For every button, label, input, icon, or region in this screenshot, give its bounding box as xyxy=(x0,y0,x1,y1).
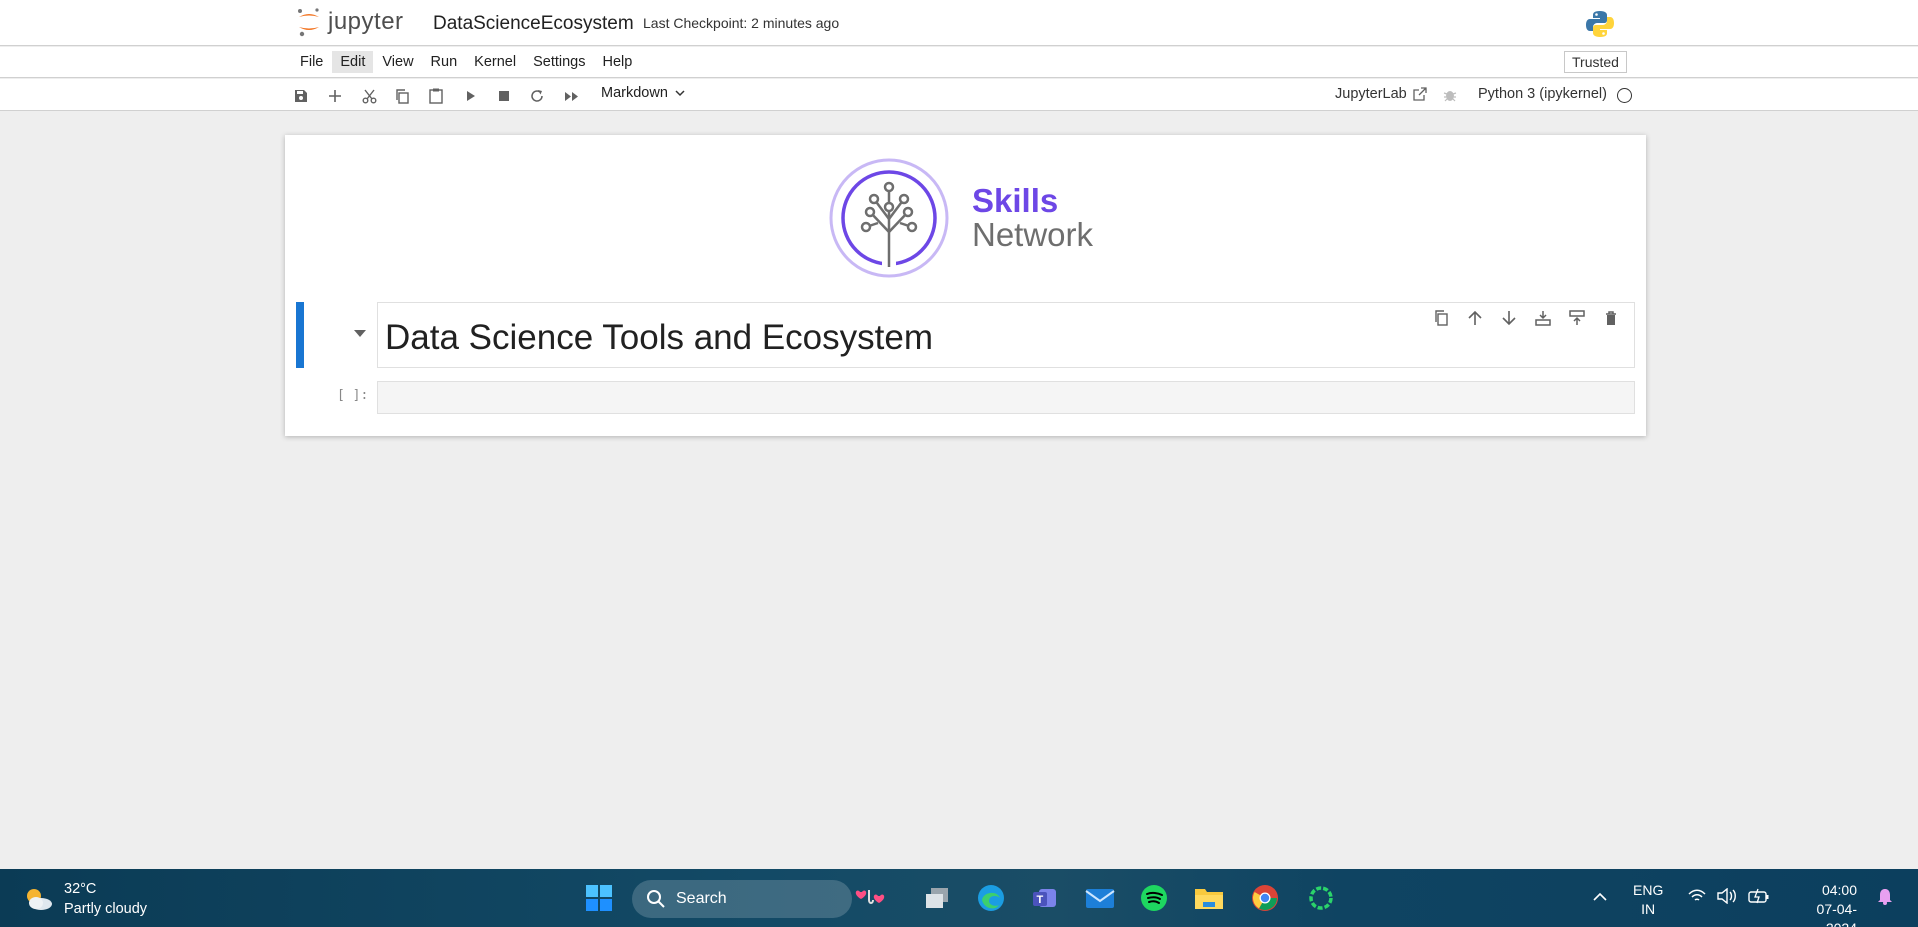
delete-cell-icon[interactable] xyxy=(1594,307,1628,329)
skills-network-logo: Skills Network xyxy=(828,157,1093,279)
menu-file[interactable]: File xyxy=(292,51,331,73)
show-hidden-icons-chevron-icon[interactable] xyxy=(1593,889,1607,907)
cut-icon[interactable] xyxy=(360,87,378,105)
menu-settings[interactable]: Settings xyxy=(525,51,593,73)
move-up-icon[interactable] xyxy=(1458,307,1492,329)
battery-icon[interactable] xyxy=(1748,888,1770,909)
menu-edit[interactable]: Edit xyxy=(332,51,374,73)
restart-icon[interactable] xyxy=(528,87,546,105)
menu-run[interactable]: Run xyxy=(423,51,466,73)
menu-list: File Edit View Run Kernel Settings Help xyxy=(292,51,641,73)
trusted-indicator[interactable]: Trusted xyxy=(1564,51,1627,73)
health-app-icon[interactable] xyxy=(854,882,886,914)
clock-time: 04:00 xyxy=(1821,882,1857,898)
windows-start-icon[interactable] xyxy=(583,882,615,914)
insert-below-icon[interactable] xyxy=(1526,307,1560,329)
fast-forward-icon[interactable] xyxy=(562,87,580,105)
edge-browser-icon[interactable] xyxy=(975,882,1007,914)
copy-icon[interactable] xyxy=(393,87,411,105)
logo-network-text: Network xyxy=(972,216,1094,253)
skills-network-tree-icon xyxy=(829,158,949,278)
temperature: 32°C xyxy=(64,881,97,897)
notebook-toolbar: Markdown JupyterLab Python 3 (ipykernel) xyxy=(0,79,1918,111)
weather-condition: Partly cloudy xyxy=(64,901,148,917)
python-logo-icon xyxy=(1585,9,1615,44)
notebook-panel: Skills Network Data Science Tools and Ec… xyxy=(285,135,1646,436)
skills-network-wordmark: Skills Network xyxy=(972,184,1093,252)
language-line2: IN xyxy=(1641,901,1656,917)
kernel-name[interactable]: Python 3 (ipykernel) xyxy=(1478,86,1607,102)
add-cell-icon[interactable] xyxy=(326,87,344,105)
search-icon xyxy=(647,890,665,908)
jupyter-logo-text: jupyter xyxy=(328,8,404,35)
menu-view[interactable]: View xyxy=(374,51,421,73)
insert-above-icon[interactable] xyxy=(1560,307,1594,329)
loading-app-icon[interactable] xyxy=(1305,882,1337,914)
active-cell-indicator xyxy=(296,302,304,368)
weather-widget[interactable]: 32°C Partly cloudy xyxy=(22,879,147,919)
teams-icon[interactable]: T xyxy=(1029,882,1061,914)
partly-cloudy-icon xyxy=(27,889,52,910)
markdown-cell[interactable]: Data Science Tools and Ecosystem xyxy=(377,302,1635,368)
file-explorer-icon[interactable] xyxy=(1193,882,1225,914)
cell-type-value: Markdown xyxy=(601,85,668,101)
stop-icon[interactable] xyxy=(495,87,513,105)
paste-icon[interactable] xyxy=(427,87,445,105)
clock-date: 07-04-2024 xyxy=(1816,901,1857,927)
taskbar-search[interactable]: Search xyxy=(632,880,852,918)
menu-help[interactable]: Help xyxy=(594,51,640,73)
mail-icon[interactable] xyxy=(1084,882,1116,914)
open-jupyterlab-link[interactable]: JupyterLab xyxy=(1335,86,1427,102)
svg-text:T: T xyxy=(1037,894,1044,906)
spotify-icon[interactable] xyxy=(1138,882,1170,914)
system-clock[interactable]: 04:00 07-04-2024 xyxy=(1787,881,1857,927)
jupyter-logo-icon xyxy=(298,8,319,37)
run-icon[interactable] xyxy=(462,87,480,105)
menubar: File Edit View Run Kernel Settings Help … xyxy=(0,47,1918,78)
jupyterlab-label: JupyterLab xyxy=(1335,86,1407,102)
logo-skills-text: Skills xyxy=(972,182,1059,219)
kernel-status-icon xyxy=(1617,88,1632,103)
code-cell-editor[interactable] xyxy=(377,381,1635,414)
windows-taskbar: 32°C Partly cloudy Search T ENG IN 04:00… xyxy=(0,869,1918,927)
cell-type-dropdown[interactable]: Markdown xyxy=(601,85,685,101)
top-header: jupyter DataScienceEcosystem Last Checkp… xyxy=(0,0,1918,46)
menu-kernel[interactable]: Kernel xyxy=(466,51,524,73)
task-view-icon[interactable] xyxy=(921,882,953,914)
language-line1: ENG xyxy=(1633,882,1664,898)
collapse-heading-icon[interactable] xyxy=(354,330,366,337)
code-cell-prompt: [ ]: xyxy=(337,388,369,403)
search-placeholder: Search xyxy=(676,890,727,907)
wifi-icon[interactable] xyxy=(1688,889,1706,908)
chrome-icon[interactable] xyxy=(1249,882,1281,914)
notebook-title[interactable]: DataScienceEcosystem xyxy=(433,13,634,35)
jupyter-logo[interactable]: jupyter xyxy=(296,6,404,38)
cell-action-toolbar xyxy=(1424,307,1628,329)
move-down-icon[interactable] xyxy=(1492,307,1526,329)
external-link-icon xyxy=(1413,87,1427,101)
volume-icon[interactable] xyxy=(1717,887,1737,909)
markdown-heading: Data Science Tools and Ecosystem xyxy=(385,318,933,357)
save-icon[interactable] xyxy=(292,87,310,105)
language-indicator[interactable]: ENG IN xyxy=(1633,881,1663,919)
last-checkpoint: Last Checkpoint: 2 minutes ago xyxy=(643,15,840,31)
chevron-down-icon xyxy=(675,89,685,96)
duplicate-cell-icon[interactable] xyxy=(1424,307,1458,329)
debugger-bug-icon[interactable] xyxy=(1443,88,1457,107)
notification-bell-icon[interactable] xyxy=(1877,887,1893,910)
